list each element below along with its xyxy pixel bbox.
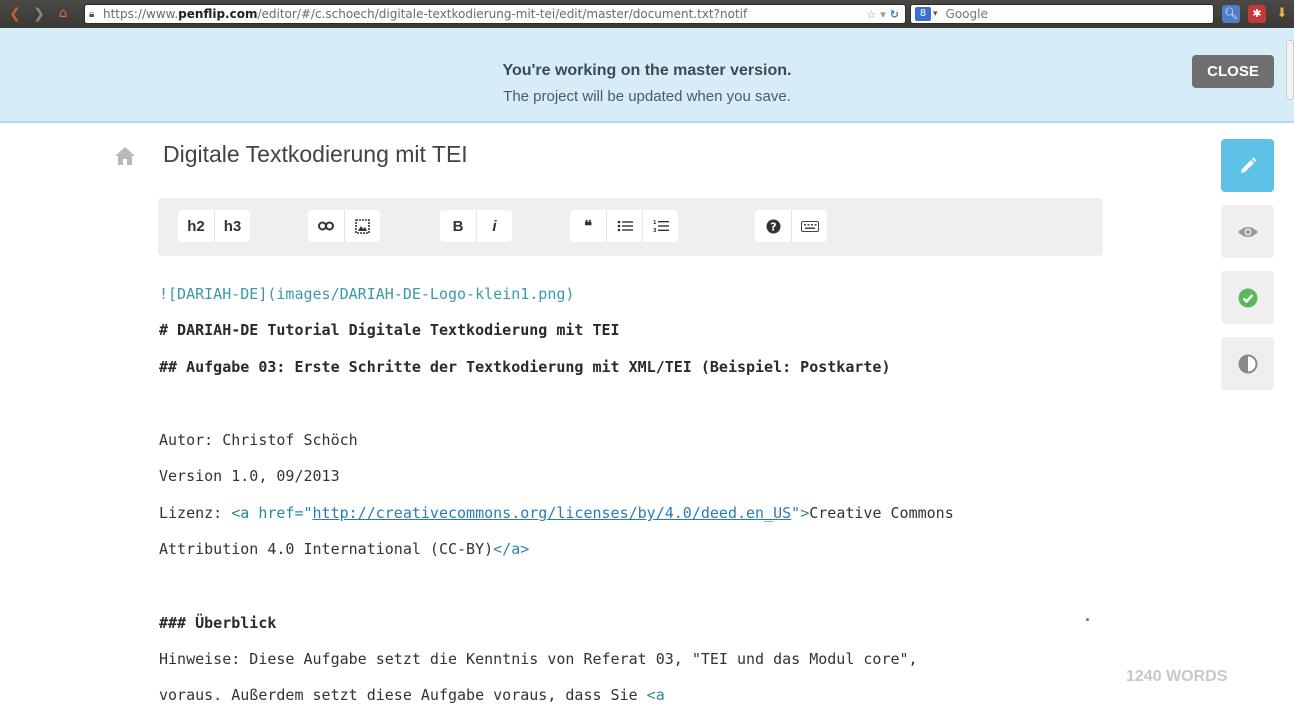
contrast-icon (1238, 354, 1257, 373)
reload-icon[interactable]: ↻ (890, 8, 899, 21)
format-group: B i (440, 210, 512, 242)
h2-button[interactable]: h2 (178, 210, 214, 242)
url-bar[interactable]: 🔒︎ https://www.penflip.com/editor/#/c.sc… (84, 4, 906, 24)
back-arrow-icon[interactable]: ❮ (6, 5, 24, 23)
addon-icon[interactable]: ✱ (1248, 5, 1266, 23)
stray-dot (1086, 618, 1089, 621)
pencil-icon (1240, 157, 1256, 173)
check-circle-icon (1238, 288, 1257, 307)
italic-button[interactable]: i (476, 210, 512, 242)
search-engine-icon[interactable]: 8 (915, 7, 931, 21)
numbered-list-icon[interactable]: 13 (642, 210, 678, 242)
svg-text:1: 1 (653, 220, 657, 226)
word-count: 1240 WORDS (1126, 668, 1228, 685)
search-engine-label: Google (945, 7, 988, 21)
url-text: https://www.penflip.com/editor/#/c.schoe… (103, 7, 748, 21)
theme-toggle-button[interactable] (1221, 337, 1274, 390)
block-group: ❝ 13 (570, 210, 678, 242)
editor-toolbar: h2 h3 B i ❝ 13 ? (158, 198, 1103, 256)
editor-line-image: ![DARIAH-DE](images/DARIAH-DE-Logo-klein… (159, 285, 575, 303)
notification-banner: You're working on the master version. Th… (0, 28, 1294, 123)
editor-line-version: Version 1.0, 09/2013 (159, 467, 340, 485)
image-icon[interactable] (344, 210, 380, 242)
bold-button[interactable]: B (440, 210, 476, 242)
bookmark-star-icon[interactable]: ☆ (866, 8, 876, 21)
editor-line-h3: ### Überblick (159, 614, 277, 632)
editor-line-hint-cont: voraus. Außerdem setzt diese Aufgabe vor… (159, 686, 665, 704)
eye-icon (1237, 226, 1258, 237)
link-icon[interactable] (308, 210, 344, 242)
h3-button[interactable]: h3 (214, 210, 250, 242)
editor-line-license: Lizenz: <a href="http://creativecommons.… (159, 504, 954, 522)
editor-line-author: Autor: Christof Schöch (159, 431, 358, 449)
home-icon[interactable] (114, 146, 136, 166)
forward-arrow-icon[interactable]: ❯ (30, 5, 48, 23)
insert-group (308, 210, 380, 242)
lock-icon: 🔒︎ (89, 8, 95, 20)
download-icon[interactable]: ⬇ (1274, 5, 1290, 23)
url-dropdown-icon[interactable]: ▾ (880, 8, 886, 21)
edit-mode-button[interactable] (1221, 139, 1274, 192)
banner-subtitle: The project will be updated when you sav… (503, 88, 791, 105)
help-icon[interactable]: ? (755, 210, 791, 242)
keyboard-icon[interactable] (791, 210, 827, 242)
license-link[interactable]: http://creativecommons.org/licenses/by/4… (313, 504, 792, 522)
search-go-icon[interactable]: 🔍︎ (1222, 5, 1240, 23)
banner-title: You're working on the master version. (502, 62, 792, 79)
close-button[interactable]: CLOSE (1192, 55, 1274, 88)
heading-group: h2 h3 (178, 210, 250, 242)
document-title: Digitale Textkodierung mit TEI (163, 141, 468, 167)
editor-line-h1: # DARIAH-DE Tutorial Digitale Textkodier… (159, 321, 620, 339)
scrollbar[interactable] (1286, 40, 1294, 100)
editor-line-license-cont: Attribution 4.0 International (CC-BY)</a… (159, 540, 530, 558)
quote-icon[interactable]: ❝ (570, 210, 606, 242)
search-engine-dropdown-icon[interactable]: ▾ (933, 9, 938, 19)
svg-text:?: ? (770, 220, 776, 233)
preview-button[interactable] (1221, 205, 1274, 258)
svg-text:3: 3 (653, 228, 657, 233)
browser-home-icon[interactable]: ⌂ (54, 5, 72, 23)
save-button[interactable] (1221, 271, 1274, 324)
editor-line-hint: Hinweise: Diese Aufgabe setzt die Kenntn… (159, 650, 918, 668)
help-group: ? (755, 210, 827, 242)
bullet-list-icon[interactable] (606, 210, 642, 242)
editor-line-h2: ## Aufgabe 03: Erste Schritte der Textko… (159, 358, 891, 376)
search-bar[interactable]: 8 ▾ Google (910, 4, 1214, 24)
